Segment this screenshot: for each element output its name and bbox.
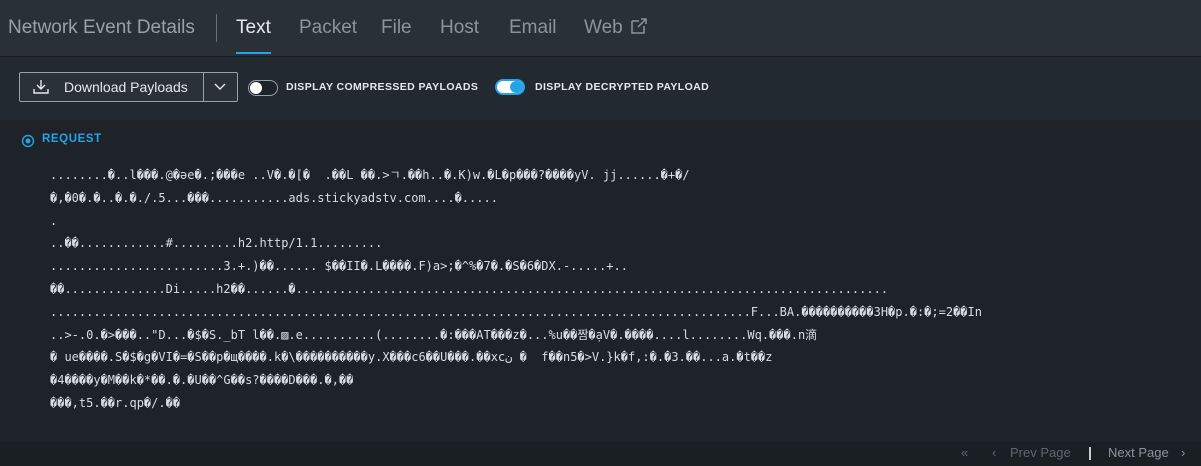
toggle-knob: [510, 81, 523, 93]
first-page-icon[interactable]: «: [961, 445, 968, 460]
tab-bar: Network Event Details Text Packet File H…: [0, 0, 1201, 57]
payload-line: ........�..l���.@�ǝe�.;���e ..V�.�[� .��…: [50, 168, 690, 182]
payload-line: ..��............#.........h2.http/1.1...…: [50, 236, 383, 251]
decrypted-payload-toggle[interactable]: [495, 79, 525, 95]
payload-line: ........................3.+.)��...... $�…: [50, 259, 628, 274]
download-payloads-button[interactable]: Download Payloads: [19, 72, 238, 102]
title-divider: [216, 14, 217, 42]
prev-page-icon[interactable]: ‹: [992, 445, 996, 460]
tab-web[interactable]: Web: [584, 14, 648, 42]
decrypted-payload-label: DISPLAY DECRYPTED PAYLOAD: [535, 81, 710, 93]
panel-title: Network Event Details: [8, 17, 195, 38]
download-icon: [33, 80, 49, 94]
payload-line: ........................................…: [50, 304, 982, 319]
payload-line: ..>-.0.�>���.."D...�$�S._bT l��.▨.e.....…: [50, 327, 818, 342]
next-page-button[interactable]: Next Page: [1108, 445, 1169, 460]
button-split-divider: [203, 73, 204, 101]
payload-line: ���,t5.��r.qp�/.��: [50, 395, 181, 410]
pager-separator: [1089, 447, 1091, 460]
payload-text: ........�..l���.@�ǝe�.;���e ..V�.�[� .��…: [50, 164, 1180, 415]
tab-web-label: Web: [584, 17, 623, 38]
next-page-icon[interactable]: ›: [1181, 445, 1185, 460]
tab-host[interactable]: Host: [440, 14, 479, 42]
tab-packet[interactable]: Packet: [299, 14, 357, 42]
payload-line: .: [50, 213, 58, 228]
tab-email[interactable]: Email: [509, 14, 557, 42]
compressed-payloads-label: DISPLAY COMPRESSED PAYLOADS: [286, 81, 479, 93]
payload-line: ��..............Di.....h2��......�......…: [50, 281, 889, 296]
chevron-down-icon[interactable]: [213, 82, 227, 92]
request-label[interactable]: REQUEST: [42, 133, 102, 145]
compressed-payloads-toggle[interactable]: [248, 80, 278, 96]
collapse-circle-icon[interactable]: [21, 134, 35, 148]
tab-file[interactable]: File: [381, 14, 412, 42]
tab-text[interactable]: Text: [236, 14, 271, 54]
payload-line: � ue����.S�$�g�VI�=�S��p�щ����.k�\������…: [50, 350, 773, 365]
toggle-knob: [250, 82, 262, 94]
network-event-details-panel: Network Event Details Text Packet File H…: [0, 0, 1201, 466]
payload-line: �4����y�M��k�*��.�.�U��^G��s?����D���.�,…: [50, 373, 354, 388]
external-link-icon: [631, 18, 647, 34]
prev-page-button[interactable]: Prev Page: [1010, 445, 1071, 460]
download-payloads-label: Download Payloads: [64, 79, 188, 95]
payload-line: �,�0�.�..�.�./.5...���...........ads.sti…: [50, 190, 498, 205]
